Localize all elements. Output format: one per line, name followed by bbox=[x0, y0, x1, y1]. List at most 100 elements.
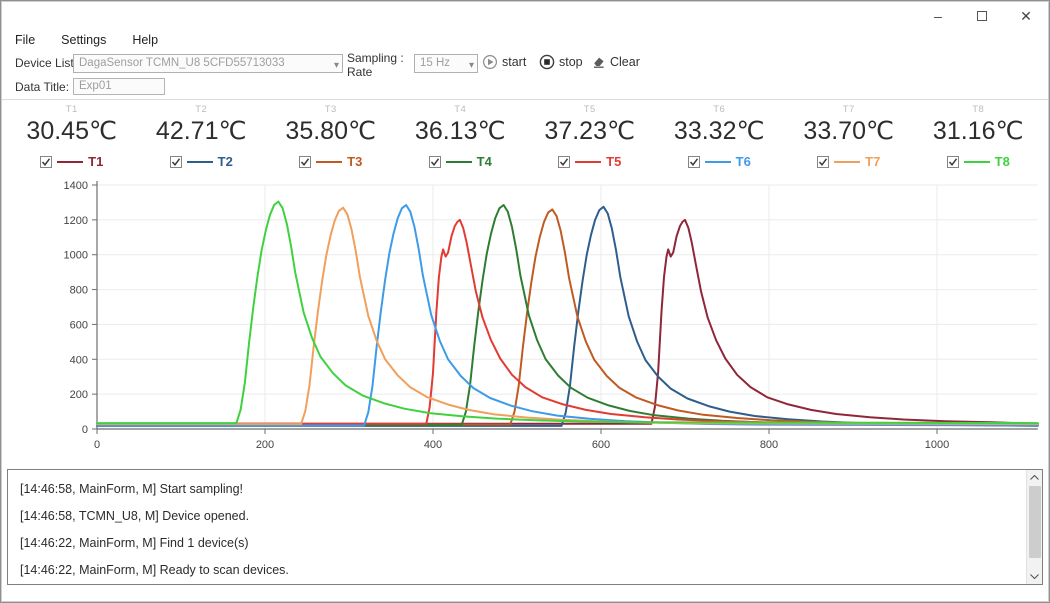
temperature-readout: T2 42.71℃ bbox=[137, 104, 267, 146]
temperature-chart: 0200400600800100012001400020040060080010… bbox=[1, 173, 1049, 461]
legend-item: T7 bbox=[784, 154, 914, 169]
temperature-readout: T3 35.80℃ bbox=[266, 104, 396, 146]
log-panel: [14:46:58, MainForm, M] Start sampling! … bbox=[7, 469, 1043, 585]
series-t4-line bbox=[97, 205, 1038, 425]
svg-text:400: 400 bbox=[424, 439, 442, 451]
temperature-value: 31.16℃ bbox=[914, 116, 1044, 146]
channel-label: T4 bbox=[396, 104, 526, 115]
svg-text:200: 200 bbox=[256, 439, 274, 451]
legend-item: T4 bbox=[396, 154, 526, 169]
channel-label: T2 bbox=[137, 104, 267, 115]
channel-label: T5 bbox=[525, 104, 655, 115]
clear-button[interactable]: Clear bbox=[591, 54, 640, 69]
legend-label: T6 bbox=[736, 154, 751, 169]
play-circle-icon bbox=[482, 54, 498, 70]
channel-label: T6 bbox=[655, 104, 785, 115]
legend-label: T3 bbox=[347, 154, 362, 169]
eraser-icon bbox=[591, 54, 606, 69]
temperature-readout: T1 30.45℃ bbox=[7, 104, 137, 146]
series-t2-line bbox=[97, 207, 1038, 426]
scroll-up-button[interactable] bbox=[1027, 470, 1042, 485]
legend-item: T6 bbox=[655, 154, 785, 169]
device-list-value: DagaSensor TCMN_U8 5CFD55713033 bbox=[79, 57, 285, 69]
channel-checkbox[interactable] bbox=[40, 156, 52, 168]
temperature-readout: T5 37.23℃ bbox=[525, 104, 655, 146]
stop-button-label: stop bbox=[559, 55, 583, 69]
legend-label: T1 bbox=[88, 154, 103, 169]
series-t7-line bbox=[97, 208, 1038, 424]
channel-checkbox[interactable] bbox=[558, 156, 570, 168]
start-button-label: start bbox=[502, 55, 526, 69]
device-list-combo[interactable]: DagaSensor TCMN_U8 5CFD55713033 ▾ bbox=[73, 54, 343, 73]
chart-legend: T1 T2 T3 bbox=[1, 148, 1049, 171]
svg-text:1000: 1000 bbox=[925, 439, 949, 451]
log-line: [14:46:58, TCMN_U8, M] Device opened. bbox=[20, 503, 1030, 530]
temperature-readout: T6 33.32℃ bbox=[655, 104, 785, 146]
check-icon bbox=[41, 157, 51, 167]
maximize-icon bbox=[977, 11, 987, 21]
check-icon bbox=[430, 157, 440, 167]
app-window: – ✕ File Settings Help Device List DagaS… bbox=[0, 0, 1050, 603]
svg-text:800: 800 bbox=[760, 439, 778, 451]
menu-file[interactable]: File bbox=[15, 33, 35, 47]
legend-line-swatch bbox=[316, 161, 342, 163]
sampling-rate-label-1: Sampling : bbox=[347, 51, 404, 65]
check-icon bbox=[689, 157, 699, 167]
temperature-readout: T8 31.16℃ bbox=[914, 104, 1044, 146]
chevron-up-icon bbox=[1030, 475, 1039, 480]
data-title-value: Exp01 bbox=[79, 80, 112, 92]
check-icon bbox=[559, 157, 569, 167]
sampling-rate-combo[interactable]: 15 Hz ▾ bbox=[414, 54, 478, 73]
data-title-label: Data Title: bbox=[15, 80, 69, 94]
check-icon bbox=[818, 157, 828, 167]
data-title-input[interactable]: Exp01 bbox=[73, 78, 165, 95]
legend-label: T4 bbox=[477, 154, 492, 169]
legend-item: T3 bbox=[266, 154, 396, 169]
svg-text:200: 200 bbox=[70, 389, 88, 401]
channel-checkbox[interactable] bbox=[170, 156, 182, 168]
temperature-value: 42.71℃ bbox=[137, 116, 267, 146]
title-bar: – ✕ bbox=[1, 1, 1049, 31]
svg-text:0: 0 bbox=[94, 439, 100, 451]
stop-button[interactable]: stop bbox=[539, 54, 583, 70]
log-line: [14:46:58, MainForm, M] Start sampling! bbox=[20, 476, 1030, 503]
svg-text:600: 600 bbox=[70, 319, 88, 331]
temperature-value: 33.70℃ bbox=[784, 116, 914, 146]
legend-line-swatch bbox=[446, 161, 472, 163]
series-t6-line bbox=[97, 205, 1038, 426]
sampling-rate-value: 15 Hz bbox=[420, 57, 450, 69]
temperature-readout: T4 36.13℃ bbox=[396, 104, 526, 146]
minimize-button[interactable]: – bbox=[929, 7, 947, 25]
legend-line-swatch bbox=[575, 161, 601, 163]
scrollbar-thumb[interactable] bbox=[1029, 486, 1041, 558]
temperature-value: 30.45℃ bbox=[7, 116, 137, 146]
clear-button-label: Clear bbox=[610, 55, 640, 69]
svg-text:0: 0 bbox=[82, 424, 88, 436]
start-button[interactable]: start bbox=[482, 54, 526, 70]
series-t1-line bbox=[97, 220, 1038, 424]
channel-label: T7 bbox=[784, 104, 914, 115]
legend-label: T7 bbox=[865, 154, 880, 169]
series-t3-line bbox=[97, 209, 1038, 424]
temperature-value: 37.23℃ bbox=[525, 116, 655, 146]
channel-checkbox[interactable] bbox=[299, 156, 311, 168]
svg-text:1200: 1200 bbox=[64, 215, 88, 227]
channel-label: T8 bbox=[914, 104, 1044, 115]
channel-checkbox[interactable] bbox=[688, 156, 700, 168]
menu-help[interactable]: Help bbox=[132, 33, 158, 47]
channel-checkbox[interactable] bbox=[429, 156, 441, 168]
chevron-down-icon: ▾ bbox=[334, 57, 339, 73]
scroll-down-button[interactable] bbox=[1027, 569, 1042, 584]
log-lines: [14:46:58, MainForm, M] Start sampling! … bbox=[8, 470, 1042, 585]
menu-settings[interactable]: Settings bbox=[61, 33, 106, 47]
legend-label: T5 bbox=[606, 154, 621, 169]
log-scrollbar[interactable] bbox=[1026, 470, 1042, 584]
channel-checkbox[interactable] bbox=[947, 156, 959, 168]
close-button[interactable]: ✕ bbox=[1017, 7, 1035, 25]
legend-item: T2 bbox=[137, 154, 267, 169]
channel-checkbox[interactable] bbox=[817, 156, 829, 168]
maximize-button[interactable] bbox=[973, 7, 991, 25]
sampling-rate-label-2: Rate bbox=[347, 65, 372, 79]
legend-line-swatch bbox=[964, 161, 990, 163]
svg-text:1400: 1400 bbox=[64, 180, 88, 192]
